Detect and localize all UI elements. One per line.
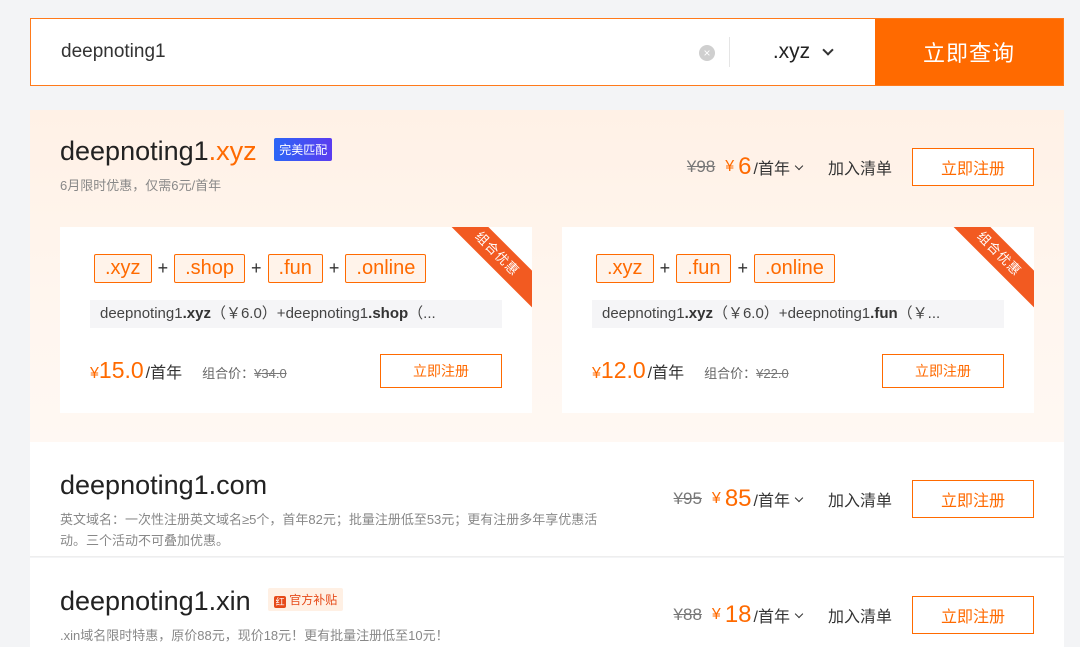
result-row: deepnoting1.com 英文域名：一次性注册英文域名≥5个，首年82元；… (30, 442, 1064, 557)
combo-register-button[interactable]: 立即注册 (380, 354, 502, 388)
detail-ext: .shop (368, 305, 409, 322)
period-label: /首年 (753, 609, 790, 626)
register-button[interactable]: 立即注册 (912, 596, 1034, 634)
combo-register-button[interactable]: 立即注册 (882, 354, 1004, 388)
query-button[interactable]: 立即查询 (875, 19, 1063, 85)
domain-title: deepnoting1.com (60, 470, 268, 500)
match-badge: 完美匹配 (274, 138, 333, 161)
chevron-down-icon (794, 609, 804, 618)
currency-symbol: ¥ (592, 365, 601, 382)
chevron-down-icon (822, 44, 834, 56)
domain-search-bar: × .xyz 立即查询 (30, 18, 1064, 86)
combo-chip: .xyz (596, 254, 654, 283)
domain-name: deepnoting1 (60, 136, 209, 166)
old-price: ¥88 (673, 605, 702, 624)
detail-mid: （￥6.0）+deepnoting1 (210, 305, 369, 322)
domain-ext: .xyz (208, 136, 257, 166)
combo-card: .xyz + .fun + .online deepnoting1.xyz（￥6… (562, 227, 1034, 413)
red-packet-icon: 红 (274, 596, 287, 608)
currency-symbol: ¥ (90, 365, 99, 382)
period-label: /首年 (753, 161, 790, 178)
old-price: ¥98 (686, 157, 716, 176)
combo-price-value: 15.0 (98, 357, 144, 383)
period-label: /首年 (647, 365, 685, 382)
detail-prefix: deepnoting1 (602, 305, 685, 322)
detail-tail: （... (408, 305, 436, 322)
combo-chips: .xyz + .fun + .online (596, 254, 835, 283)
detail-tail: （￥... (897, 305, 941, 322)
combo-original-price: 组合价：¥22.0 (704, 363, 789, 382)
register-button[interactable]: 立即注册 (912, 480, 1034, 518)
suffix-select[interactable]: .xyz (730, 19, 875, 85)
current-price: 6 (738, 153, 752, 180)
currency-symbol: ¥ (711, 490, 721, 507)
combo-chip: .online (345, 254, 427, 283)
currency-symbol: ¥ (711, 606, 721, 623)
price-area: ¥95 ¥ 85 /首年 加入清单 立即注册 (674, 480, 1034, 518)
search-input-area: × (31, 19, 729, 85)
combo-price: ¥ 12.0 /首年 组合价：¥22.0 (592, 357, 789, 384)
domain-name: deepnoting1.xin (60, 586, 251, 616)
old-price: ¥95 (673, 489, 702, 508)
combo-chips: .xyz + .shop + .fun + .online (94, 254, 427, 283)
detail-ext: .fun (870, 305, 898, 322)
detail-prefix: deepnoting1 (100, 305, 183, 322)
register-button[interactable]: 立即注册 (912, 148, 1034, 186)
period-label: /首年 (145, 365, 183, 382)
orig-price: ¥22.0 (756, 366, 789, 381)
detail-ext: .xyz (182, 305, 211, 322)
plus-sign: + (737, 258, 748, 278)
combo-chip: .fun (676, 254, 732, 283)
period-label: /首年 (753, 493, 790, 510)
combo-chip: .online (753, 254, 835, 283)
add-to-list-link[interactable]: 加入清单 (828, 603, 892, 627)
currency-symbol: ¥ (725, 158, 735, 175)
current-price: 18 (724, 601, 752, 628)
plus-sign: + (659, 258, 671, 278)
combo-chip: .shop (174, 254, 246, 283)
current-price: 85 (724, 485, 752, 512)
plus-sign: + (251, 258, 262, 278)
chevron-down-icon (794, 493, 804, 502)
domain-title: deepnoting1.xyz 完美匹配 (60, 136, 333, 167)
detail-ext: .xyz (684, 305, 713, 322)
search-input[interactable] (61, 41, 681, 63)
plus-sign: + (157, 258, 169, 278)
combo-detail: deepnoting1.xyz（￥6.0）+deepnoting1.shop（.… (90, 300, 502, 328)
featured-head: deepnoting1.xyz 完美匹配 6月限时优惠，仅需6元/首年 (60, 136, 333, 196)
promo-desc: 6月限时优惠，仅需6元/首年 (60, 178, 222, 193)
combo-chip: .xyz (94, 254, 152, 283)
orig-price: ¥34.0 (254, 366, 287, 381)
subsidy-label: 官方补贴 (289, 593, 338, 607)
orig-label: 组合价： (202, 366, 255, 381)
suffix-value: .xyz (772, 40, 811, 63)
domain-title: deepnoting1.xin 红官方补贴 (60, 586, 449, 617)
featured-result: deepnoting1.xyz 完美匹配 6月限时优惠，仅需6元/首年 ¥98 … (30, 110, 1064, 442)
price-area: ¥88 ¥ 18 /首年 加入清单 立即注册 (674, 596, 1034, 634)
combo-price: ¥ 15.0 /首年 组合价：¥34.0 (90, 357, 287, 384)
add-to-list-link[interactable]: 加入清单 (828, 487, 892, 511)
plus-sign: + (328, 258, 340, 278)
chevron-down-icon (794, 161, 804, 170)
combo-price-value: 12.0 (600, 357, 646, 383)
row-head: deepnoting1.xin 红官方补贴 .xin域名限时特惠，原价88元，现… (60, 586, 449, 646)
period-select[interactable]: /首年 (753, 487, 804, 511)
detail-mid: （￥6.0）+deepnoting1 (712, 305, 871, 322)
combo-detail: deepnoting1.xyz（￥6.0）+deepnoting1.fun（￥.… (592, 300, 1004, 328)
combo-card: .xyz + .shop + .fun + .online deepnoting… (60, 227, 532, 413)
period-select[interactable]: /首年 (753, 603, 804, 627)
add-to-list-link[interactable]: 加入清单 (828, 155, 892, 179)
promo-desc: 英文域名：一次性注册英文域名≥5个，首年82元；批量注册低至53元；更有注册多年… (60, 512, 598, 548)
combo-original-price: 组合价：¥34.0 (202, 363, 287, 382)
result-row: deepnoting1.xin 红官方补贴 .xin域名限时特惠，原价88元，现… (30, 558, 1064, 647)
row-head: deepnoting1.com 英文域名：一次性注册英文域名≥5个，首年82元；… (60, 470, 605, 551)
clear-icon[interactable]: × (699, 45, 715, 61)
period-select[interactable]: /首年 (753, 155, 804, 179)
promo-desc: .xin域名限时特惠，原价88元，现价18元！更有批量注册低至10元！ (60, 628, 449, 643)
subsidy-badge: 红官方补贴 (268, 588, 344, 611)
price-area: ¥98 ¥ 6 /首年 加入清单 立即注册 (687, 148, 1034, 186)
orig-label: 组合价： (704, 366, 757, 381)
combo-chip: .fun (267, 254, 323, 283)
